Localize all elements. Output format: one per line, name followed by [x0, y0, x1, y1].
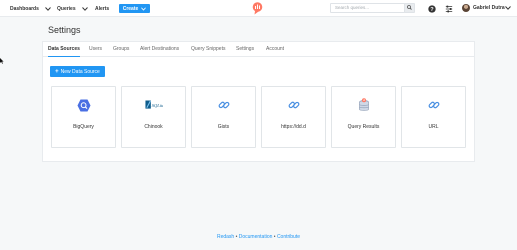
- data-source-card-url[interactable]: URL: [401, 86, 466, 148]
- plus-icon: +: [55, 68, 59, 75]
- settings-sliders-icon[interactable]: [444, 4, 453, 13]
- settings-panel: Data Sources Users Groups Alert Destinat…: [42, 41, 475, 162]
- svg-text:SQLite: SQLite: [151, 103, 162, 108]
- alerts-label: Alerts: [95, 5, 110, 12]
- data-source-card-bigquery[interactable]: BigQuery: [51, 86, 116, 148]
- chevron-down-icon: [45, 6, 51, 11]
- dashboards-label: Dashboards: [10, 5, 39, 12]
- footer-link-redash[interactable]: Redash: [217, 234, 234, 240]
- mouse-pointer-icon: [0, 58, 4, 66]
- footer-separator: •: [273, 234, 276, 240]
- data-source-label: Chinook: [144, 124, 163, 130]
- queries-menu[interactable]: Queries: [57, 0, 88, 17]
- link-icon: [285, 97, 303, 113]
- database-icon: [355, 97, 373, 113]
- tab-query-snippets[interactable]: Query Snippets: [191, 42, 225, 57]
- help-icon[interactable]: ?: [427, 4, 436, 13]
- footer-link-documentation[interactable]: Documentation: [239, 234, 273, 240]
- tab-account[interactable]: Account: [266, 42, 284, 57]
- search-button[interactable]: [404, 3, 415, 13]
- footer-link-contribute[interactable]: Contribute: [277, 234, 300, 240]
- data-source-label: Query Results: [347, 124, 380, 130]
- tab-alert-destinations[interactable]: Alert Destinations: [140, 42, 179, 57]
- page-title: Settings: [48, 25, 81, 35]
- create-button[interactable]: Create: [119, 4, 150, 13]
- chevron-down-icon: [81, 6, 88, 11]
- user-name[interactable]: Gabriel Dutra: [473, 5, 505, 11]
- data-source-label: BigQuery: [73, 124, 94, 130]
- alerts-link[interactable]: Alerts: [95, 0, 109, 17]
- data-source-card-https-dd-d[interactable]: https://dd.d: [261, 86, 326, 148]
- sqlite-icon: SQLite: [144, 97, 163, 113]
- footer: Redash • Documentation • Contribute: [0, 234, 517, 240]
- bigquery-icon: [75, 97, 93, 113]
- avatar[interactable]: [462, 4, 470, 12]
- search-input[interactable]: Search queries...: [330, 3, 405, 13]
- data-source-card-chinook[interactable]: SQLite Chinook: [121, 86, 186, 148]
- tab-settings[interactable]: Settings: [236, 42, 254, 57]
- chevron-down-icon[interactable]: [505, 6, 511, 12]
- tab-users[interactable]: Users: [89, 42, 102, 57]
- data-source-label: https://dd.d: [281, 124, 306, 130]
- tab-groups[interactable]: Groups: [113, 42, 129, 57]
- new-data-source-button[interactable]: + New Data Source: [50, 66, 105, 77]
- link-icon: [215, 97, 233, 113]
- link-icon: [425, 97, 443, 113]
- data-source-card-query-results[interactable]: Query Results: [331, 86, 396, 148]
- footer-separator: •: [235, 234, 238, 240]
- svg-text:?: ?: [430, 6, 434, 12]
- settings-tabs: Data Sources Users Groups Alert Destinat…: [43, 42, 474, 57]
- new-data-source-label: New Data Source: [60, 68, 100, 75]
- redash-logo[interactable]: [252, 2, 263, 15]
- chevron-down-icon: [141, 6, 147, 11]
- queries-label: Queries: [57, 5, 76, 12]
- tab-data-sources[interactable]: Data Sources: [48, 42, 80, 57]
- data-source-card-gists[interactable]: Gists: [191, 86, 256, 148]
- dashboards-menu[interactable]: Dashboards: [10, 0, 51, 17]
- data-source-label: URL: [428, 124, 439, 130]
- create-label: Create: [122, 5, 139, 12]
- top-navigation-bar: Dashboards Queries Alerts Create Search …: [0, 0, 517, 17]
- data-source-label: Gists: [217, 124, 230, 130]
- search-icon: [407, 4, 412, 12]
